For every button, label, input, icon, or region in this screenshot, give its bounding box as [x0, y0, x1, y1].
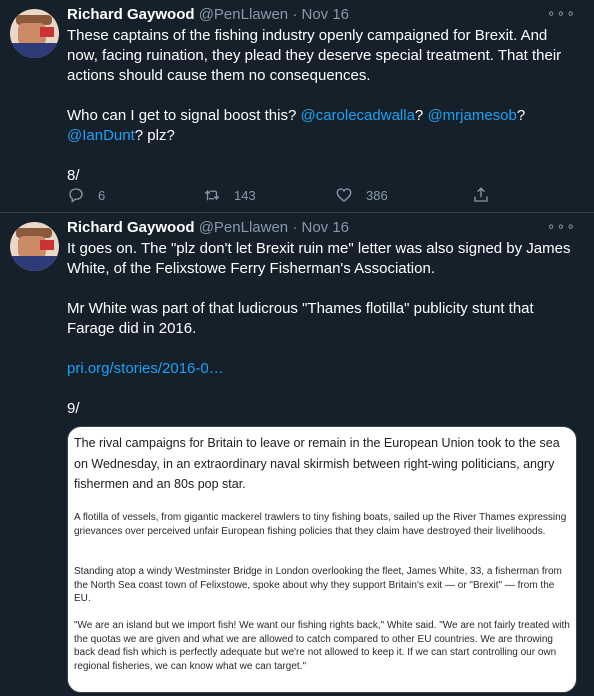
thread-counter: 9/ [67, 400, 80, 417]
article-screenshot[interactable]: The rival campaigns for Britain to leave… [67, 426, 577, 693]
reply-count: 6 [98, 187, 106, 203]
reply-button[interactable]: 6 [67, 186, 105, 204]
article-paragraph: A flotilla of vessels, from gigantic mac… [74, 512, 567, 537]
author-name[interactable]: Richard Gaywood [67, 219, 195, 236]
tweet-9[interactable]: Richard Gaywood @PenLlawen · Nov 16 ∘∘∘ … [0, 213, 594, 696]
separator-dot: · [292, 219, 298, 236]
author-handle[interactable]: @PenLlawen [199, 6, 288, 23]
tweet-paragraph: Who can I get to signal boost this? @car… [67, 106, 577, 146]
retweet-icon [204, 189, 220, 201]
avatar-flag [40, 27, 54, 37]
more-icon[interactable]: ∘∘∘ [547, 5, 576, 22]
tweet-text: These captains of the fishing industry o… [67, 26, 577, 186]
tweet-text-segment: ? [414, 107, 428, 124]
tweet-paragraph: These captains of the fishing industry o… [67, 27, 562, 84]
share-button[interactable] [472, 186, 490, 204]
tweet-8[interactable]: Richard Gaywood @PenLlawen · Nov 16 ∘∘∘ … [0, 0, 594, 212]
avatar[interactable] [10, 222, 59, 271]
tweet-text-segment: ? plz? [134, 127, 175, 144]
thread-counter: 8/ [67, 167, 80, 184]
like-count: 386 [366, 187, 388, 203]
tweet-text-segment: Who can I get to signal boost this? [67, 107, 301, 124]
mention-iandunt[interactable]: @IanDunt [67, 127, 135, 144]
more-icon[interactable]: ∘∘∘ [547, 218, 576, 235]
tweet-paragraph: Mr White was part of that ludicrous "Tha… [67, 300, 534, 337]
article-paragraph: Standing atop a windy Westminster Bridge… [74, 566, 562, 604]
mention-mrjamesob[interactable]: @mrjamesob [427, 107, 516, 124]
tweet-date[interactable]: Nov 16 [302, 219, 350, 236]
separator-dot: · [292, 6, 298, 23]
like-button[interactable]: 386 [335, 186, 388, 204]
heart-icon [336, 188, 352, 202]
article-link[interactable]: pri.org/stories/2016-0… [67, 359, 577, 379]
mention-carolecadwalla[interactable]: @carolecadwalla [300, 107, 414, 124]
tweet-header: Richard Gaywood @PenLlawen · Nov 16 [67, 5, 349, 25]
author-name[interactable]: Richard Gaywood [67, 6, 195, 23]
article-lead: The rival campaigns for Britain to leave… [74, 436, 560, 491]
tweet-text-segment: ? [516, 107, 526, 124]
avatar[interactable] [10, 9, 59, 58]
article-paragraph: "We are an island but we import fish! We… [74, 620, 570, 672]
retweet-button[interactable]: 143 [203, 186, 256, 204]
author-handle[interactable]: @PenLlawen [199, 219, 288, 236]
retweet-count: 143 [234, 187, 256, 203]
tweet-paragraph: It goes on. The "plz don't let Brexit ru… [67, 240, 571, 277]
reply-icon [69, 188, 83, 204]
share-icon [474, 187, 488, 202]
avatar-flag [40, 240, 54, 250]
tweet-actions: 6 143 386 [67, 186, 507, 206]
avatar-shirt [12, 256, 57, 271]
avatar-shirt [12, 43, 57, 58]
tweet-header: Richard Gaywood @PenLlawen · Nov 16 [67, 218, 349, 238]
tweet-date[interactable]: Nov 16 [302, 6, 350, 23]
tweet-text: It goes on. The "plz don't let Brexit ru… [67, 239, 577, 419]
